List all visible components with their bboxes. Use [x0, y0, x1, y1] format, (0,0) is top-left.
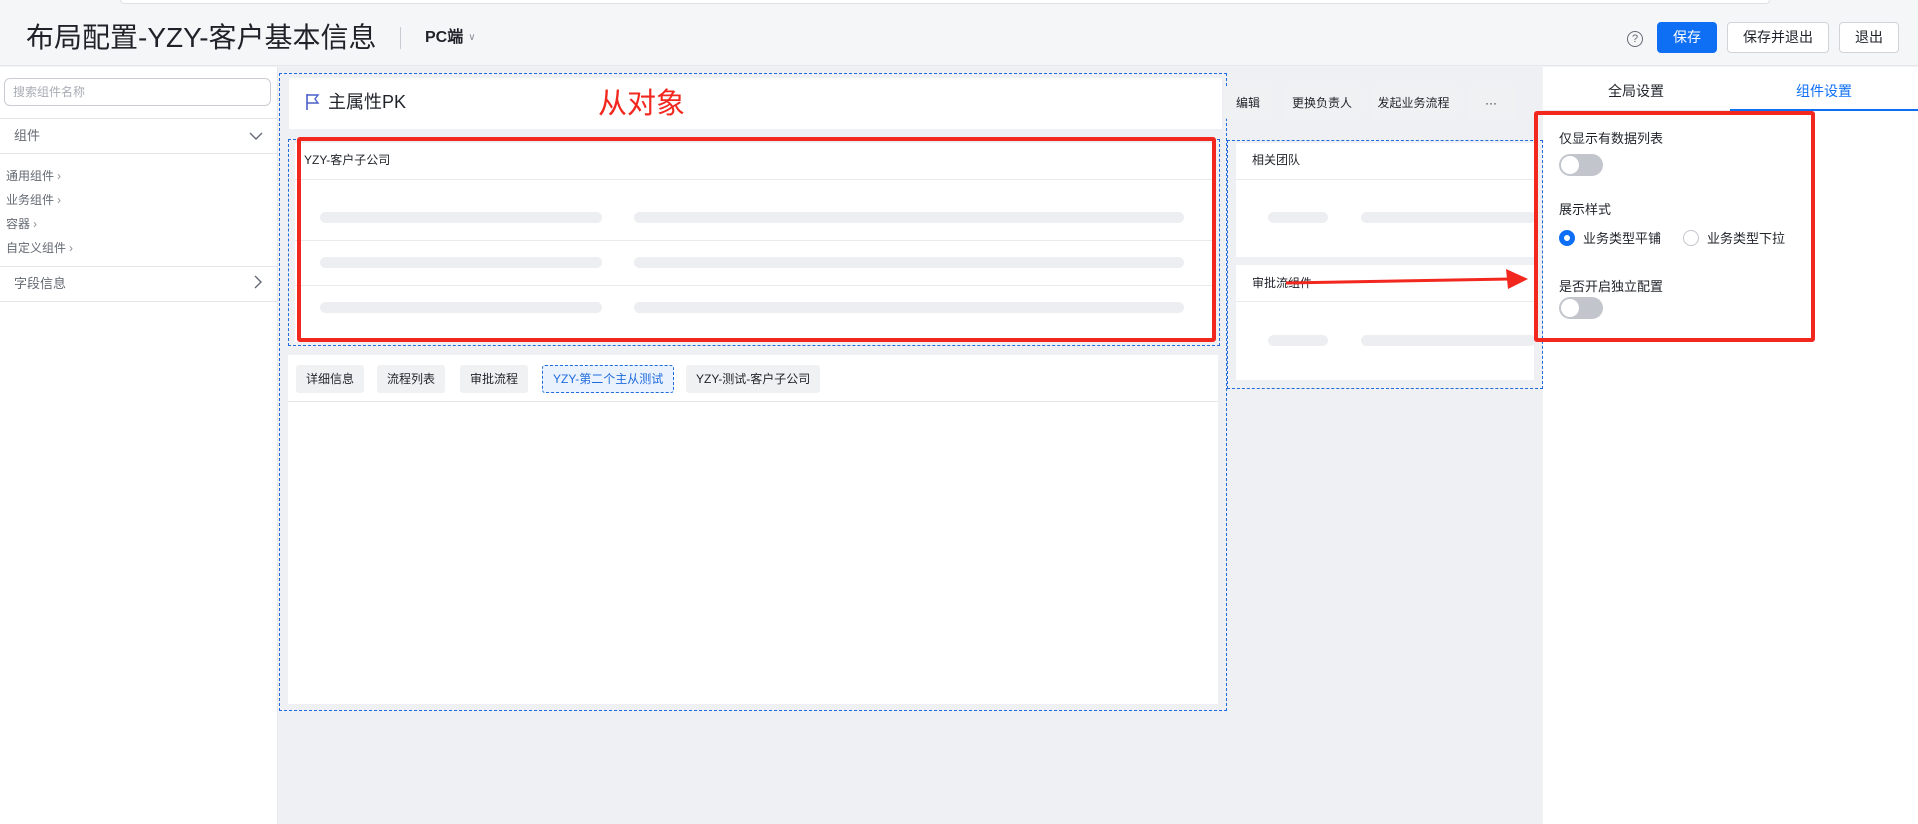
divider — [1236, 179, 1534, 180]
chevron-right-icon: › — [57, 169, 62, 183]
title-divider — [400, 27, 401, 49]
device-select-label: PC端 — [425, 29, 464, 46]
help-icon[interactable]: ? — [1627, 31, 1643, 47]
save-and-exit-button[interactable]: 保存并退出 — [1727, 22, 1829, 53]
tab-component-settings[interactable]: 组件设置 — [1796, 81, 1852, 101]
component-category-list: 通用组件 › 业务组件 › 容器 › 自定义组件 › — [6, 164, 73, 260]
chevron-down-icon — [249, 119, 263, 153]
tab-approval-process[interactable]: 审批流程 — [460, 365, 529, 393]
change-owner-button[interactable]: 更换负责人 — [1283, 87, 1361, 119]
component-search-input[interactable] — [4, 78, 271, 106]
placeholder-bar — [1268, 335, 1328, 346]
components-section-label: 组件 — [14, 128, 41, 143]
more-actions-button[interactable]: ··· — [1466, 87, 1516, 119]
chevron-right-icon: › — [33, 217, 38, 231]
chevron-right-icon: › — [69, 241, 74, 255]
start-process-button[interactable]: 发起业务流程 — [1370, 87, 1457, 119]
placeholder-bar — [1361, 335, 1536, 346]
tab-second-master-detail[interactable]: YZY-第二个主从测试 — [542, 365, 675, 393]
component-sidebar: 组件 通用组件› 业务组件› 容器› 自定义组件› 字段信息 — [0, 67, 278, 824]
top-edge-strip — [120, 0, 1770, 4]
chevron-right-icon — [253, 267, 263, 301]
team-card-title: 相关团队 — [1252, 153, 1301, 167]
category-label: 容器 — [6, 217, 31, 231]
object-title: 主属性PK — [328, 92, 407, 112]
chevron-down-icon: ∨ — [468, 32, 476, 43]
device-select[interactable]: PC端 ∨ — [425, 27, 476, 49]
category-item-general[interactable]: 通用组件 › — [6, 164, 73, 188]
components-section-header[interactable]: 组件 — [0, 118, 277, 154]
tab-details[interactable]: 详细信息 — [296, 365, 365, 393]
category-label: 通用组件 — [6, 169, 55, 183]
category-label: 业务组件 — [6, 193, 55, 207]
object-header-card[interactable] — [289, 78, 1222, 129]
page-title: 布局配置-YZY-客户基本信息 — [26, 22, 377, 53]
highlight-box — [297, 137, 1216, 342]
fields-section-header[interactable]: 字段信息 — [0, 266, 277, 302]
divider — [1236, 301, 1534, 302]
flag-icon — [306, 94, 320, 110]
annotation-arrow-icon — [1285, 269, 1528, 289]
placeholder-bar — [1361, 212, 1536, 223]
tab-test-subsidiary[interactable]: YZY-测试-客户子公司 — [686, 365, 821, 393]
tab-divider — [288, 401, 1218, 402]
tab-process-list[interactable]: 流程列表 — [377, 365, 446, 393]
highlight-box — [1534, 111, 1815, 342]
category-item-container[interactable]: 容器 › — [6, 212, 73, 236]
chevron-right-icon: › — [57, 193, 62, 207]
edit-button[interactable]: 编辑 — [1224, 87, 1272, 119]
tabs-container — [288, 355, 1218, 704]
category-item-custom[interactable]: 自定义组件 › — [6, 236, 73, 260]
placeholder-bar — [1268, 212, 1328, 223]
category-label: 自定义组件 — [6, 241, 67, 255]
save-button[interactable]: 保存 — [1657, 22, 1717, 53]
tab-global-settings[interactable]: 全局设置 — [1608, 81, 1664, 101]
category-item-business[interactable]: 业务组件 › — [6, 188, 73, 212]
exit-button[interactable]: 退出 — [1839, 22, 1899, 53]
annotation-label: 从对象 — [598, 88, 686, 120]
fields-section-label: 字段信息 — [14, 276, 67, 291]
